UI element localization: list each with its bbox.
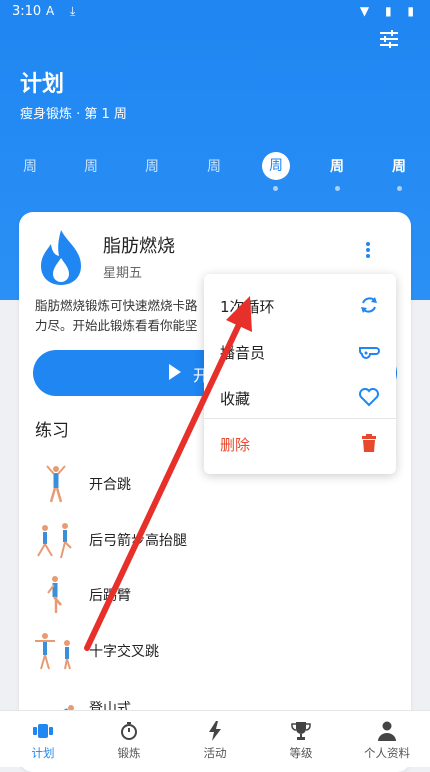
menu-item-delete[interactable]: 删除 [204,420,396,466]
nav-label: 个人资料 [364,746,410,760]
status-time: 3:10 [12,4,42,19]
menu-item-label: 删除 [220,436,251,454]
flame-icon [41,230,81,285]
menu-item-announcer[interactable]: 播音员 [204,328,396,374]
week-dot [335,186,340,191]
exercise-item[interactable]: 后踢臂 [19,569,411,619]
nav-activity[interactable]: 活动 [172,711,258,767]
notification-icons: A ⤓ [46,4,82,18]
bottom-navigation: 计划 锻炼 活动 等级 个人资料 [0,710,430,767]
trophy-icon [291,722,311,740]
exercises-heading: 练习 [35,421,69,441]
nav-label: 计划 [31,746,55,760]
exercise-name: 开合跳 [89,477,131,493]
bolt-icon [209,721,221,741]
exercise-name: 后弓箭步高抬腿 [89,533,187,549]
week-tab-6[interactable]: 周 [322,156,352,176]
nav-workout[interactable]: 锻炼 [86,711,172,767]
page-title: 计划 [20,72,65,97]
cross-jack-figure-icon [35,633,71,670]
nav-label: 活动 [203,746,227,760]
week-dot [273,186,278,191]
person-icon [378,721,396,741]
menu-item-repeat[interactable]: 1次循环 [204,282,396,328]
status-bar: 3:10 A ⤓ ▼ ▮ ▮ [0,0,430,24]
week-tab-2[interactable]: 周 [76,156,106,176]
week-tab-3[interactable]: 周 [137,156,167,176]
options-menu: 1次循环 播音员 收藏 删除 [204,274,396,474]
menu-item-label: 播音员 [220,344,266,362]
whistle-icon [358,347,380,359]
menu-item-favorite[interactable]: 收藏 [204,374,396,420]
week-tab-5[interactable]: 周 [262,152,290,180]
more-options-icon[interactable] [363,240,373,262]
trash-icon [362,434,376,452]
workout-day: 星期五 [103,266,143,281]
plan-icon [33,724,53,738]
exercise-item[interactable]: 后弓箭步高抬腿 [19,514,411,564]
exercise-name: 后踢臂 [89,588,131,604]
nav-label: 锻炼 [117,746,141,760]
stopwatch-icon [121,722,137,740]
repeat-icon [361,297,377,313]
heart-icon [359,388,379,407]
menu-item-label: 收藏 [220,390,251,408]
week-tab-7[interactable]: 周 [384,156,414,176]
menu-divider [204,418,396,419]
jumping-jack-figure-icon [46,465,66,503]
menu-item-label: 1次循环 [220,298,275,316]
week-dot [397,186,402,191]
nav-profile[interactable]: 个人资料 [344,711,430,767]
week-selector: 周 周 周 周 周 周 周 [0,152,430,196]
play-icon [169,364,181,380]
exercise-item[interactable]: 十字交叉跳 [19,625,411,675]
nav-label: 等级 [289,746,313,760]
exercise-name: 十字交叉跳 [89,644,159,660]
workout-title: 脂肪燃烧 [103,236,175,257]
page-subtitle: 瘦身锻炼 · 第 1 周 [20,107,127,122]
system-icons: ▼ ▮ ▮ [359,4,420,18]
week-tab-1[interactable]: 周 [15,156,45,176]
nav-plan[interactable]: 计划 [0,711,86,767]
week-tab-4[interactable]: 周 [199,156,229,176]
nav-level[interactable]: 等级 [258,711,344,767]
butt-kick-figure-icon [47,576,62,613]
sliders-icon[interactable] [378,28,400,50]
lunge-figure-icon [37,523,72,559]
